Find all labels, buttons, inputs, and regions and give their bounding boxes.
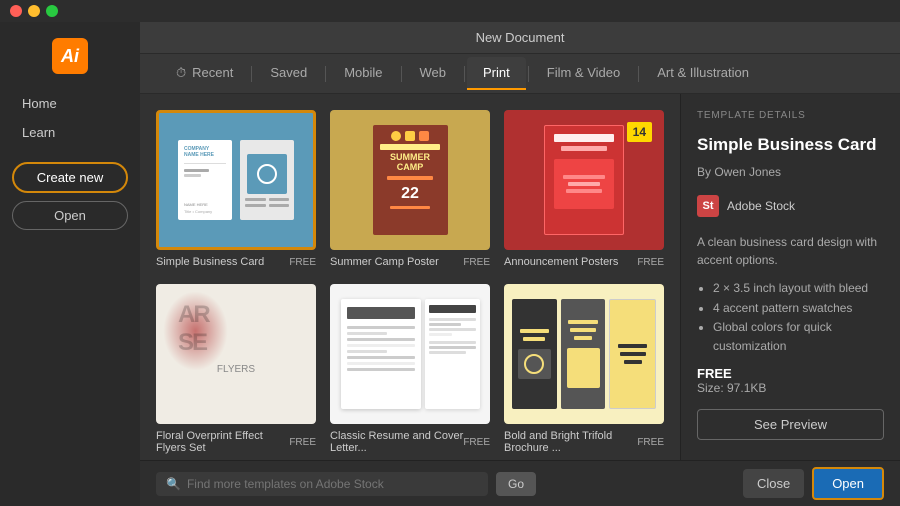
template-row-2: ARSE FLYERS Floral Overprint Effect Flye… [156, 284, 664, 454]
template-name-floral: Floral Overprint Effect Flyers Set [156, 430, 289, 454]
template-thumb-resume [330, 284, 490, 424]
stock-label: Adobe Stock [727, 199, 795, 213]
trifold-panel-2 [561, 299, 606, 409]
template-label-row-trifold: Bold and Bright Trifold Brochure ... FRE… [504, 430, 664, 454]
sidebar: Ai Home Learn Create new Open [0, 22, 140, 506]
template-name-biz-card: Simple Business Card [156, 256, 264, 268]
tab-divider-5 [528, 66, 529, 82]
tab-bar: ⏱ Recent Saved Mobile Web Print Film & V… [140, 54, 900, 94]
bullet-3: Global colors for quick customization [713, 318, 884, 356]
close-button[interactable]: Close [743, 469, 804, 498]
tab-divider-3 [401, 66, 402, 82]
maximize-dot[interactable] [46, 5, 58, 17]
details-section-label: TEMPLATE DETAILS [697, 110, 884, 121]
app-logo: Ai [52, 38, 88, 74]
search-area: 🔍 Go [156, 472, 536, 496]
template-details-panel: TEMPLATE DETAILS Simple Business Card By… [680, 94, 900, 460]
template-detail-price: FREE Size: 97.1KB [697, 366, 884, 395]
content-area: COMPANYNAME HERE NAME HERE Title • Compa… [140, 94, 900, 460]
template-item-summer-camp[interactable]: SUMMERCAMP 22 Summer Camp Poster FREE [330, 110, 490, 268]
go-button[interactable]: Go [496, 472, 536, 496]
titlebar [0, 0, 900, 22]
announcement-inner [544, 125, 624, 235]
biz-card-front: COMPANYNAME HERE NAME HERE Title • Compa… [178, 140, 232, 220]
create-new-button[interactable]: Create new [12, 162, 128, 193]
new-document-dialog: New Document ⏱ Recent Saved Mobile Web P… [140, 22, 900, 506]
template-name-summer: Summer Camp Poster [330, 256, 439, 268]
template-label-row-announcement: Announcement Posters FREE [504, 256, 664, 268]
template-thumb-announcement: 14 [504, 110, 664, 250]
tab-print[interactable]: Print [467, 57, 526, 90]
template-name-trifold: Bold and Bright Trifold Brochure ... [504, 430, 637, 454]
see-preview-button[interactable]: See Preview [697, 409, 884, 440]
template-badge-summer: FREE [463, 257, 490, 268]
tab-divider-4 [464, 66, 465, 82]
tab-recent[interactable]: ⏱ Recent [160, 57, 249, 91]
template-item-announcement[interactable]: 14 Announcement Posters FREE [504, 110, 664, 268]
minimize-dot[interactable] [28, 5, 40, 17]
template-item-floral[interactable]: ARSE FLYERS Floral Overprint Effect Flye… [156, 284, 316, 454]
tab-divider-2 [325, 66, 326, 82]
search-input[interactable] [187, 477, 478, 491]
floral-inner: ARSE FLYERS [158, 286, 314, 422]
tab-art-illustration[interactable]: Art & Illustration [641, 57, 765, 90]
template-label-row-floral: Floral Overprint Effect Flyers Set FREE [156, 430, 316, 454]
template-name-announcement: Announcement Posters [504, 256, 618, 268]
template-label-row-resume: Classic Resume and Cover Letter... FREE [330, 430, 490, 454]
bottom-bar: 🔍 Go Close Open [140, 460, 900, 506]
trifold-panel-3 [609, 299, 656, 409]
tab-web[interactable]: Web [404, 57, 463, 90]
bullet-1: 2 × 3.5 inch layout with bleed [713, 279, 884, 298]
clock-icon: ⏱ [176, 65, 186, 81]
window-controls [10, 5, 58, 17]
template-badge-biz-card: FREE [289, 257, 316, 268]
template-badge-floral: FREE [289, 437, 316, 448]
tab-divider-6 [638, 66, 639, 82]
bottom-right-buttons: Close Open [743, 467, 884, 500]
biz-card-back [240, 140, 294, 220]
tab-saved[interactable]: Saved [254, 57, 323, 90]
template-badge-trifold: FREE [637, 437, 664, 448]
template-name-resume: Classic Resume and Cover Letter... [330, 430, 463, 454]
template-detail-title: Simple Business Card [697, 135, 884, 155]
template-thumb-floral: ARSE FLYERS [156, 284, 316, 424]
template-thumb-summer-camp: SUMMERCAMP 22 [330, 110, 490, 250]
tab-mobile[interactable]: Mobile [328, 57, 398, 90]
template-item-trifold[interactable]: Bold and Bright Trifold Brochure ... FRE… [504, 284, 664, 454]
sidebar-item-home[interactable]: Home [12, 90, 128, 117]
template-detail-description: A clean business card design with accent… [697, 233, 884, 269]
resume-inner [341, 299, 421, 409]
bullet-2: 4 accent pattern swatches [713, 299, 884, 318]
stock-badge: St [697, 195, 719, 217]
template-label-row-summer: Summer Camp Poster FREE [330, 256, 490, 268]
template-thumb-trifold [504, 284, 664, 424]
open-button[interactable]: Open [12, 201, 128, 230]
close-dot[interactable] [10, 5, 22, 17]
template-label-row-biz-card: Simple Business Card FREE [156, 256, 316, 268]
template-item-biz-card[interactable]: COMPANYNAME HERE NAME HERE Title • Compa… [156, 110, 316, 268]
tab-film-video[interactable]: Film & Video [531, 57, 636, 90]
adobe-stock-row: St Adobe Stock [697, 189, 884, 223]
template-grid: COMPANYNAME HERE NAME HERE Title • Compa… [140, 94, 680, 460]
template-detail-bullets: 2 × 3.5 inch layout with bleed 4 accent … [697, 279, 884, 356]
dialog-title: New Document [140, 22, 900, 54]
search-icon: 🔍 [166, 477, 181, 491]
template-badge-resume: FREE [463, 437, 490, 448]
trifold-panel-1 [512, 299, 557, 409]
template-badge-announcement: FREE [637, 257, 664, 268]
sidebar-item-learn[interactable]: Learn [12, 119, 128, 146]
template-thumb-biz-card: COMPANYNAME HERE NAME HERE Title • Compa… [156, 110, 316, 250]
summer-inner: SUMMERCAMP 22 [373, 125, 448, 235]
tab-divider-1 [251, 66, 252, 82]
template-item-resume[interactable]: Classic Resume and Cover Letter... FREE [330, 284, 490, 454]
open-document-button[interactable]: Open [812, 467, 884, 500]
announcement-date-badge: 14 [627, 122, 652, 142]
sidebar-nav: Home Learn [0, 90, 140, 146]
template-detail-author: By Owen Jones [697, 165, 884, 179]
sidebar-actions: Create new Open [0, 146, 140, 238]
template-row-1: COMPANYNAME HERE NAME HERE Title • Compa… [156, 110, 664, 268]
search-wrapper: 🔍 [156, 472, 488, 496]
